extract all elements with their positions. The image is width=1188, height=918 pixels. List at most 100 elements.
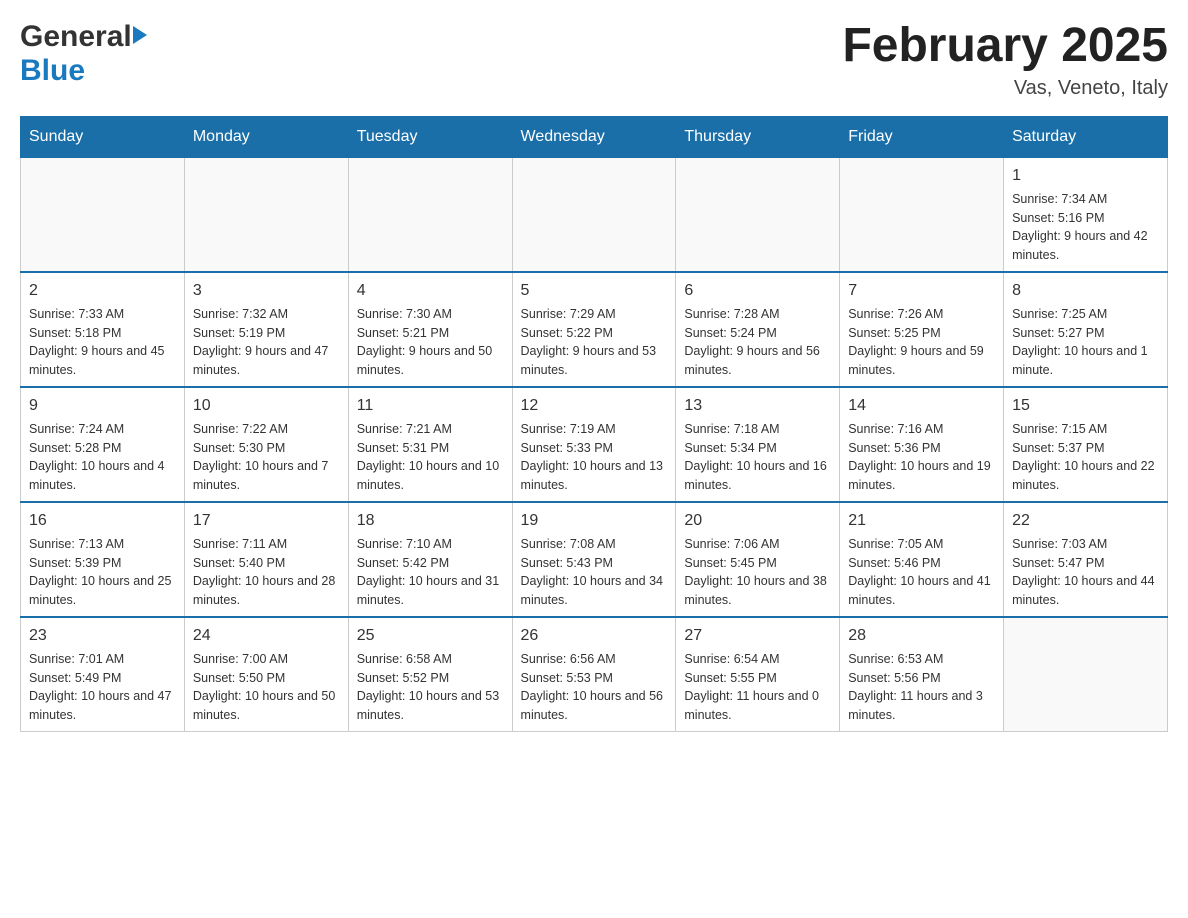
- day-info: Sunrise: 7:26 AM Sunset: 5:25 PM Dayligh…: [848, 305, 995, 380]
- weekday-header-monday: Monday: [184, 117, 348, 157]
- day-info: Sunrise: 7:34 AM Sunset: 5:16 PM Dayligh…: [1012, 190, 1159, 265]
- day-info: Sunrise: 7:06 AM Sunset: 5:45 PM Dayligh…: [684, 535, 831, 610]
- day-number: 3: [193, 279, 340, 303]
- calendar-day-cell: 16Sunrise: 7:13 AM Sunset: 5:39 PM Dayli…: [21, 502, 185, 617]
- calendar-day-cell: 12Sunrise: 7:19 AM Sunset: 5:33 PM Dayli…: [512, 387, 676, 502]
- month-title: February 2025: [842, 20, 1168, 73]
- logo-area: General Blue: [20, 20, 147, 88]
- day-number: 15: [1012, 394, 1159, 418]
- day-info: Sunrise: 7:01 AM Sunset: 5:49 PM Dayligh…: [29, 650, 176, 725]
- day-number: 4: [357, 279, 504, 303]
- weekday-header-sunday: Sunday: [21, 117, 185, 157]
- calendar-day-cell: 21Sunrise: 7:05 AM Sunset: 5:46 PM Dayli…: [840, 502, 1004, 617]
- day-number: 20: [684, 509, 831, 533]
- calendar-week-row: 9Sunrise: 7:24 AM Sunset: 5:28 PM Daylig…: [21, 387, 1168, 502]
- calendar-day-cell: 2Sunrise: 7:33 AM Sunset: 5:18 PM Daylig…: [21, 272, 185, 387]
- day-number: 16: [29, 509, 176, 533]
- day-number: 24: [193, 624, 340, 648]
- calendar-day-cell: [348, 157, 512, 272]
- day-number: 6: [684, 279, 831, 303]
- logo-blue-text: Blue: [20, 54, 85, 88]
- weekday-header-row: SundayMondayTuesdayWednesdayThursdayFrid…: [21, 117, 1168, 157]
- title-area: February 2025 Vas, Veneto, Italy: [842, 20, 1168, 100]
- day-number: 28: [848, 624, 995, 648]
- logo-blue-label: Blue: [20, 54, 85, 87]
- calendar-day-cell: 28Sunrise: 6:53 AM Sunset: 5:56 PM Dayli…: [840, 617, 1004, 732]
- day-number: 10: [193, 394, 340, 418]
- day-info: Sunrise: 7:18 AM Sunset: 5:34 PM Dayligh…: [684, 420, 831, 495]
- day-number: 19: [521, 509, 668, 533]
- weekday-header-tuesday: Tuesday: [348, 117, 512, 157]
- day-info: Sunrise: 7:25 AM Sunset: 5:27 PM Dayligh…: [1012, 305, 1159, 380]
- day-info: Sunrise: 6:58 AM Sunset: 5:52 PM Dayligh…: [357, 650, 504, 725]
- day-info: Sunrise: 7:16 AM Sunset: 5:36 PM Dayligh…: [848, 420, 995, 495]
- day-number: 12: [521, 394, 668, 418]
- day-number: 18: [357, 509, 504, 533]
- calendar-day-cell: [184, 157, 348, 272]
- calendar-day-cell: 6Sunrise: 7:28 AM Sunset: 5:24 PM Daylig…: [676, 272, 840, 387]
- day-info: Sunrise: 6:56 AM Sunset: 5:53 PM Dayligh…: [521, 650, 668, 725]
- calendar-day-cell: 22Sunrise: 7:03 AM Sunset: 5:47 PM Dayli…: [1004, 502, 1168, 617]
- day-number: 8: [1012, 279, 1159, 303]
- calendar-table: SundayMondayTuesdayWednesdayThursdayFrid…: [20, 116, 1168, 732]
- calendar-week-row: 23Sunrise: 7:01 AM Sunset: 5:49 PM Dayli…: [21, 617, 1168, 732]
- day-info: Sunrise: 7:29 AM Sunset: 5:22 PM Dayligh…: [521, 305, 668, 380]
- calendar-day-cell: 11Sunrise: 7:21 AM Sunset: 5:31 PM Dayli…: [348, 387, 512, 502]
- day-info: Sunrise: 7:03 AM Sunset: 5:47 PM Dayligh…: [1012, 535, 1159, 610]
- weekday-header-friday: Friday: [840, 117, 1004, 157]
- calendar-day-cell: 3Sunrise: 7:32 AM Sunset: 5:19 PM Daylig…: [184, 272, 348, 387]
- day-number: 1: [1012, 164, 1159, 188]
- calendar-day-cell: 8Sunrise: 7:25 AM Sunset: 5:27 PM Daylig…: [1004, 272, 1168, 387]
- weekday-header-wednesday: Wednesday: [512, 117, 676, 157]
- day-info: Sunrise: 7:08 AM Sunset: 5:43 PM Dayligh…: [521, 535, 668, 610]
- calendar-day-cell: 23Sunrise: 7:01 AM Sunset: 5:49 PM Dayli…: [21, 617, 185, 732]
- day-info: Sunrise: 7:21 AM Sunset: 5:31 PM Dayligh…: [357, 420, 504, 495]
- day-info: Sunrise: 7:11 AM Sunset: 5:40 PM Dayligh…: [193, 535, 340, 610]
- day-number: 26: [521, 624, 668, 648]
- calendar-week-row: 1Sunrise: 7:34 AM Sunset: 5:16 PM Daylig…: [21, 157, 1168, 272]
- logo-general-text: General: [20, 20, 132, 54]
- day-number: 5: [521, 279, 668, 303]
- day-info: Sunrise: 7:13 AM Sunset: 5:39 PM Dayligh…: [29, 535, 176, 610]
- day-info: Sunrise: 7:32 AM Sunset: 5:19 PM Dayligh…: [193, 305, 340, 380]
- day-number: 25: [357, 624, 504, 648]
- day-number: 7: [848, 279, 995, 303]
- calendar-day-cell: [512, 157, 676, 272]
- day-number: 22: [1012, 509, 1159, 533]
- day-number: 13: [684, 394, 831, 418]
- day-info: Sunrise: 7:24 AM Sunset: 5:28 PM Dayligh…: [29, 420, 176, 495]
- calendar-week-row: 16Sunrise: 7:13 AM Sunset: 5:39 PM Dayli…: [21, 502, 1168, 617]
- day-number: 27: [684, 624, 831, 648]
- calendar-day-cell: [1004, 617, 1168, 732]
- calendar-week-row: 2Sunrise: 7:33 AM Sunset: 5:18 PM Daylig…: [21, 272, 1168, 387]
- weekday-header-thursday: Thursday: [676, 117, 840, 157]
- logo: General: [20, 20, 147, 54]
- calendar-day-cell: 24Sunrise: 7:00 AM Sunset: 5:50 PM Dayli…: [184, 617, 348, 732]
- day-info: Sunrise: 7:05 AM Sunset: 5:46 PM Dayligh…: [848, 535, 995, 610]
- day-info: Sunrise: 7:00 AM Sunset: 5:50 PM Dayligh…: [193, 650, 340, 725]
- calendar-day-cell: 17Sunrise: 7:11 AM Sunset: 5:40 PM Dayli…: [184, 502, 348, 617]
- day-number: 23: [29, 624, 176, 648]
- calendar-day-cell: [21, 157, 185, 272]
- calendar-day-cell: 13Sunrise: 7:18 AM Sunset: 5:34 PM Dayli…: [676, 387, 840, 502]
- calendar-day-cell: 9Sunrise: 7:24 AM Sunset: 5:28 PM Daylig…: [21, 387, 185, 502]
- calendar-day-cell: 25Sunrise: 6:58 AM Sunset: 5:52 PM Dayli…: [348, 617, 512, 732]
- calendar-day-cell: 15Sunrise: 7:15 AM Sunset: 5:37 PM Dayli…: [1004, 387, 1168, 502]
- calendar-day-cell: 7Sunrise: 7:26 AM Sunset: 5:25 PM Daylig…: [840, 272, 1004, 387]
- day-number: 9: [29, 394, 176, 418]
- day-number: 21: [848, 509, 995, 533]
- calendar-day-cell: 14Sunrise: 7:16 AM Sunset: 5:36 PM Dayli…: [840, 387, 1004, 502]
- logo-arrow-icon: [133, 26, 147, 44]
- day-info: Sunrise: 7:28 AM Sunset: 5:24 PM Dayligh…: [684, 305, 831, 380]
- day-info: Sunrise: 7:30 AM Sunset: 5:21 PM Dayligh…: [357, 305, 504, 380]
- day-info: Sunrise: 7:33 AM Sunset: 5:18 PM Dayligh…: [29, 305, 176, 380]
- day-info: Sunrise: 7:15 AM Sunset: 5:37 PM Dayligh…: [1012, 420, 1159, 495]
- day-info: Sunrise: 7:22 AM Sunset: 5:30 PM Dayligh…: [193, 420, 340, 495]
- calendar-day-cell: 20Sunrise: 7:06 AM Sunset: 5:45 PM Dayli…: [676, 502, 840, 617]
- day-info: Sunrise: 6:54 AM Sunset: 5:55 PM Dayligh…: [684, 650, 831, 725]
- calendar-day-cell: 18Sunrise: 7:10 AM Sunset: 5:42 PM Dayli…: [348, 502, 512, 617]
- weekday-header-saturday: Saturday: [1004, 117, 1168, 157]
- calendar-day-cell: 26Sunrise: 6:56 AM Sunset: 5:53 PM Dayli…: [512, 617, 676, 732]
- day-info: Sunrise: 6:53 AM Sunset: 5:56 PM Dayligh…: [848, 650, 995, 725]
- calendar-day-cell: 1Sunrise: 7:34 AM Sunset: 5:16 PM Daylig…: [1004, 157, 1168, 272]
